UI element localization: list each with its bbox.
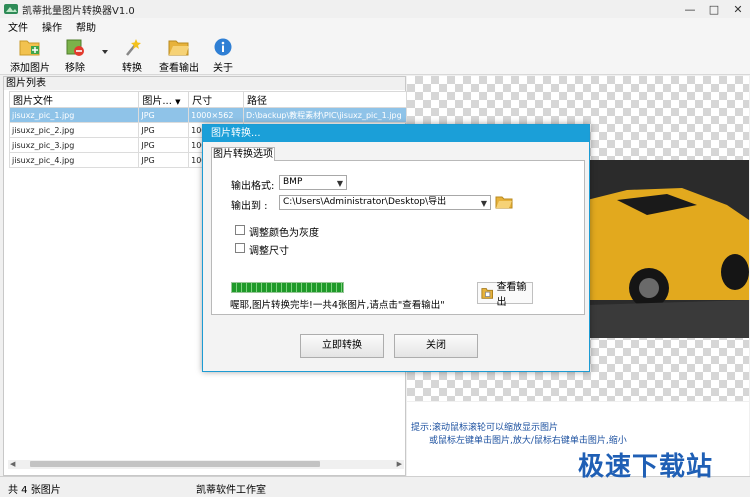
folder-add-icon (19, 40, 40, 56)
file-list-title: 图片列表 (4, 77, 405, 90)
toolbar: 添加图片 移除 转换 查看输出 关于 (0, 35, 750, 75)
minimize-button[interactable]: — (678, 0, 702, 18)
browse-folder-icon[interactable] (495, 194, 513, 210)
sort-down-icon: ▼ (175, 98, 181, 106)
grayscale-checkbox[interactable] (235, 225, 245, 235)
scroll-left-icon[interactable]: ◀ (10, 460, 15, 468)
tab-convert-options[interactable]: 图片转换选项 (211, 147, 275, 161)
close-button[interactable]: ✕ (726, 0, 750, 18)
chevron-down-icon: ▼ (336, 179, 343, 188)
about-label: 关于 (213, 63, 233, 74)
format-value: BMP (283, 177, 303, 187)
dialog-title: 图片转换... (203, 125, 589, 142)
chevron-down-icon: ▼ (480, 199, 487, 208)
column-header-size[interactable]: 尺寸 (188, 91, 245, 108)
view-output-button[interactable]: 查看输出 (159, 37, 199, 74)
grayscale-label: 调整颜色为灰度 (249, 228, 319, 239)
convert-dialog: 图片转换... 图片转换选项 输出格式: BMP ▼ 输出到 : C:\User… (202, 124, 590, 372)
format-label: 输出格式: (231, 181, 275, 192)
resize-checkbox[interactable] (235, 243, 245, 253)
cell-type: JPG (138, 122, 190, 138)
view-output-dialog-button[interactable]: 查看输出 (477, 282, 533, 308)
company-name: 凯蒂软件工作室 (196, 485, 266, 496)
menu-operation[interactable]: 操作 (34, 19, 68, 34)
menu-bar: 文件 操作 帮助 (0, 18, 750, 35)
view-output-label: 查看输出 (159, 63, 199, 74)
watermark: 极速下载站 (578, 452, 714, 482)
cell-file: jisuxz_pic_2.jpg (8, 122, 140, 138)
output-folder-icon (481, 288, 493, 299)
cell-file: jisuxz_pic_1.jpg (8, 107, 140, 123)
magic-wand-icon (126, 39, 141, 56)
hint-line-1: 提示:滚动鼠标滚轮可以缩放显示图片 (411, 423, 559, 433)
column-header-type[interactable]: 图片... ▼ (138, 91, 190, 108)
horizontal-scrollbar[interactable]: ◀ ▶ (8, 460, 404, 469)
close-dialog-button[interactable]: 关闭 (394, 334, 478, 358)
info-icon (214, 38, 232, 56)
output-path-value: C:\Users\Administrator\Desktop\导出 (283, 197, 447, 207)
column-header-file[interactable]: 图片文件 (8, 91, 140, 108)
resize-label: 调整尺寸 (249, 246, 289, 257)
table-row[interactable]: jisuxz_pic_1.jpg JPG 1000×562 D:\backup\… (8, 107, 407, 123)
window-title: 凯蒂批量图片转换器V1.0 (22, 5, 135, 17)
car-image (587, 160, 749, 338)
remove-icon (66, 39, 84, 56)
add-image-label: 添加图片 (10, 63, 50, 74)
conversion-progress-bar (231, 282, 344, 293)
scrollbar-thumb[interactable] (30, 461, 320, 467)
cell-type: JPG (138, 152, 190, 168)
cell-file: jisuxz_pic_3.jpg (8, 137, 140, 153)
app-icon (4, 4, 18, 14)
maximize-button[interactable]: □ (702, 0, 726, 18)
cell-type: JPG (138, 107, 190, 123)
column-header-path[interactable]: 路径 (243, 91, 407, 108)
title-bar: 凯蒂批量图片转换器V1.0 — □ ✕ (0, 0, 750, 18)
scroll-right-icon[interactable]: ▶ (397, 460, 402, 468)
convert-label: 转换 (122, 63, 142, 74)
cell-type: JPG (138, 137, 190, 153)
folder-open-icon (168, 40, 189, 56)
hint-line-2: 或鼠标左键单击图片,放大/鼠标右键单击图片,缩小 (429, 436, 627, 446)
format-select[interactable]: BMP ▼ (279, 175, 347, 190)
output-path-select[interactable]: C:\Users\Administrator\Desktop\导出 ▼ (279, 195, 491, 210)
about-button[interactable]: 关于 (212, 37, 234, 74)
cell-size: 1000×562 (188, 107, 245, 123)
output-label: 输出到 : (231, 201, 268, 212)
remove-label: 移除 (65, 63, 85, 74)
cell-path: D:\backup\教程素材\PIC\jisuxz_pic_1.jpg (243, 107, 407, 123)
image-count: 共 4 张图片 (8, 485, 61, 496)
conversion-status-message: 喔耶,图片转换完毕!一共4张图片,请点击"查看输出" (230, 300, 445, 311)
add-image-button[interactable]: 添加图片 (10, 37, 50, 74)
cell-file: jisuxz_pic_4.jpg (8, 152, 140, 168)
menu-file[interactable]: 文件 (0, 19, 34, 34)
menu-help[interactable]: 帮助 (68, 19, 102, 34)
chevron-down-icon[interactable] (100, 47, 110, 57)
convert-now-button[interactable]: 立即转换 (300, 334, 384, 358)
convert-button[interactable]: 转换 (121, 37, 143, 74)
view-output-dialog-label: 查看输出 (496, 282, 527, 308)
remove-button[interactable]: 移除 (64, 37, 86, 74)
